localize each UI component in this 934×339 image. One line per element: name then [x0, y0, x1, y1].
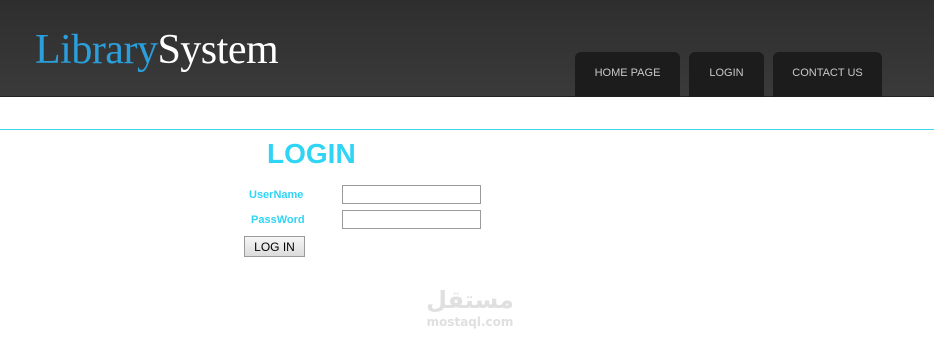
section-divider	[0, 129, 934, 130]
logo-text-library: Library	[35, 27, 158, 73]
watermark-logo: مستقل mostaql.com	[420, 285, 520, 329]
nav-contact-us[interactable]: CONTACT US	[773, 52, 882, 97]
login-submit-button[interactable]: LOG IN	[244, 236, 305, 257]
header-bar: LibrarySystem HOME PAGE LOGIN CONTACT US	[0, 0, 934, 97]
username-input[interactable]	[342, 185, 481, 204]
logo-text-system: System	[157, 27, 279, 73]
site-logo[interactable]: LibrarySystem	[35, 26, 279, 74]
username-label: UserName	[249, 189, 304, 201]
nav-home-page[interactable]: HOME PAGE	[575, 52, 680, 97]
watermark-domain-text: mostaql.com	[426, 315, 514, 329]
password-input[interactable]	[342, 210, 481, 229]
nav-login[interactable]: LOGIN	[689, 52, 764, 97]
watermark-arabic-text: مستقل	[426, 286, 514, 314]
password-label: PassWord	[251, 214, 305, 226]
login-title: LOGIN	[267, 138, 356, 169]
